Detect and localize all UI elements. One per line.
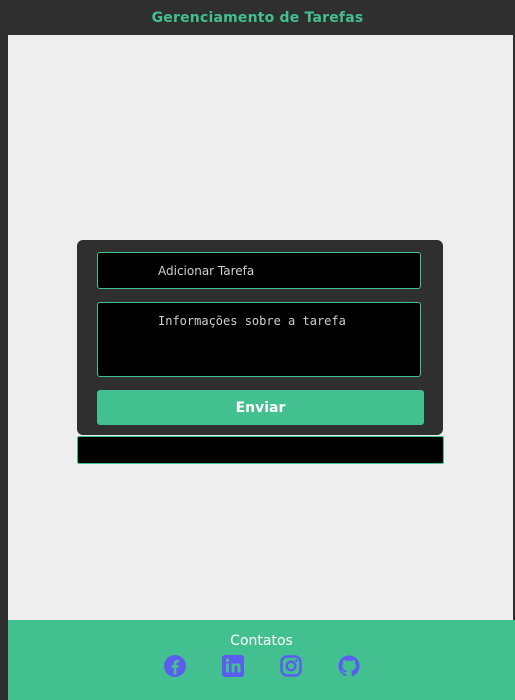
linkedin-icon (221, 655, 244, 677)
linkedin-link[interactable] (218, 655, 248, 677)
instagram-icon (279, 655, 302, 677)
task-output-area (77, 436, 444, 464)
footer: Contatos (8, 620, 515, 700)
social-links (8, 655, 515, 677)
instagram-link[interactable] (276, 655, 306, 677)
github-icon (338, 655, 360, 677)
page-title: Gerenciamento de Tarefas (151, 9, 364, 26)
footer-title: Contatos (230, 633, 293, 649)
main-content: Enviar (8, 35, 513, 620)
github-link[interactable] (334, 655, 364, 677)
task-info-textarea[interactable] (97, 302, 421, 377)
facebook-icon (163, 655, 186, 677)
facebook-link[interactable] (160, 655, 190, 677)
app-frame: Gerenciamento de Tarefas Enviar Contatos (0, 0, 515, 700)
send-button[interactable]: Enviar (97, 390, 424, 425)
app-header: Gerenciamento de Tarefas (0, 0, 515, 35)
task-title-input[interactable] (97, 252, 421, 289)
task-form: Enviar (77, 240, 443, 435)
